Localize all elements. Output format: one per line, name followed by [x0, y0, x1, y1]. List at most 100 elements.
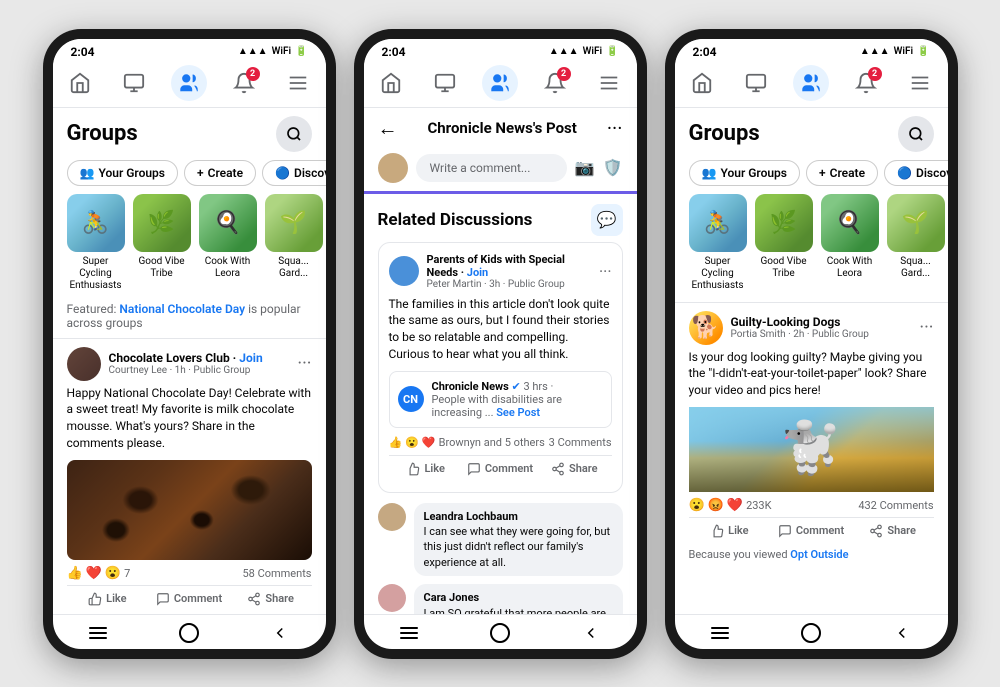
nav-notifications[interactable]: 2: [226, 65, 262, 101]
wifi-icon-right: WiFi: [894, 46, 913, 57]
back-button-mid[interactable]: ←: [378, 116, 398, 141]
guilty-post-avatar: [689, 311, 723, 345]
nav-groups-right[interactable]: [793, 65, 829, 101]
share-btn-mid[interactable]: Share: [537, 458, 611, 480]
related-header: Related Discussions 💬: [364, 194, 637, 242]
comment-bubble-1: Leandra Lochbaum I can see what they wer…: [414, 503, 623, 577]
post-page-header: ← Chronicle News's Post ···: [364, 108, 637, 145]
back-chevron[interactable]: [271, 624, 289, 642]
post-more-left[interactable]: ···: [297, 353, 311, 374]
share-btn-left[interactable]: Share: [230, 588, 312, 610]
create-icon-right: +: [819, 166, 826, 180]
group-photo-garden-right: [887, 194, 945, 252]
group-item-vibe-right[interactable]: Good Vibe Tribe: [755, 194, 813, 292]
pill-create-left[interactable]: + Create: [184, 160, 256, 186]
gesture-lines-right: [711, 627, 729, 639]
group-item-cook-left[interactable]: Cook With Leora: [199, 194, 257, 292]
comment-bubble-2: Cara Jones I am SO grateful that more pe…: [414, 584, 623, 613]
nav-groups-active[interactable]: [171, 65, 207, 101]
post-text-left: Happy National Chocolate Day! Celebrate …: [67, 385, 312, 452]
share-btn-right[interactable]: Share: [852, 520, 934, 542]
reaction-emoji-1: 👍: [389, 436, 403, 449]
join-link[interactable]: Join: [239, 351, 262, 365]
comment-author-2: Cara Jones: [424, 590, 613, 605]
nav-menu-right[interactable]: [902, 65, 938, 101]
home-button-circle-right[interactable]: [801, 623, 821, 643]
like-btn-mid[interactable]: Like: [389, 458, 463, 480]
group-photo-cycling-left: [67, 194, 125, 252]
pill-your-groups-right[interactable]: 👥 Your Groups: [689, 160, 800, 186]
guilty-reaction-1: 😮: [689, 498, 705, 513]
group-item-vibe-left[interactable]: Good Vibe Tribe: [133, 194, 191, 292]
comment-text-1: I can see what they were going for, but …: [424, 524, 613, 570]
home-button-circle-mid[interactable]: [490, 623, 510, 643]
comment-btn-mid[interactable]: Comment: [463, 458, 537, 480]
search-button-left[interactable]: [276, 116, 312, 152]
discussion-card: Parents of Kids with Special Needs · Joi…: [378, 242, 623, 493]
back-chevron-right[interactable]: [893, 624, 911, 642]
nav-news[interactable]: [116, 65, 152, 101]
wifi-icon-mid: WiFi: [583, 46, 602, 57]
status-icons-right: ▲▲▲ WiFi 🔋: [860, 46, 930, 57]
nav-home-right[interactable]: [684, 65, 720, 101]
guilty-post-more[interactable]: ···: [919, 317, 933, 338]
back-chevron-mid[interactable]: [582, 624, 600, 642]
notif-badge-right: 2: [868, 67, 882, 81]
featured-link[interactable]: National Chocolate Day: [119, 302, 245, 316]
see-post-link[interactable]: See Post: [496, 406, 540, 419]
opt-outside-link[interactable]: Opt Outside: [790, 548, 848, 561]
pill-discover-right[interactable]: 🔵 Discover: [884, 160, 947, 186]
nav-notif-right[interactable]: 2: [848, 65, 884, 101]
disc-text: The families in this article don't look …: [389, 296, 612, 363]
post-more-mid[interactable]: ···: [607, 116, 623, 140]
status-icons-left: ▲▲▲ WiFi 🔋: [238, 46, 308, 57]
home-button-circle[interactable]: [179, 623, 199, 643]
comment-input-field-top[interactable]: Write a comment...: [416, 154, 567, 182]
comment-input-bar-top: Write a comment... 📷 🛡️: [364, 145, 637, 194]
nav-menu[interactable]: [280, 65, 316, 101]
camera-icon-top[interactable]: 📷: [575, 158, 595, 177]
nav-bar-mid: 2: [364, 61, 637, 108]
comment-btn-right[interactable]: Comment: [770, 520, 852, 542]
nav-home-mid[interactable]: [373, 65, 409, 101]
disc-meta: Parents of Kids with Special Needs · Joi…: [419, 253, 599, 290]
guilty-dogs-post-card: Guilty-Looking Dogs Portia Smith · 2h · …: [675, 302, 948, 567]
group-item-garden-right[interactable]: Squa... Gard...: [887, 194, 945, 292]
comment-icons-top: 📷 🛡️: [575, 158, 623, 177]
group-item-garden-left[interactable]: Squa... Gard...: [265, 194, 323, 292]
related-title: Related Discussions: [378, 210, 533, 230]
comment-btn-left[interactable]: Comment: [148, 588, 230, 610]
phone-right: 2:04 ▲▲▲ WiFi 🔋 2: [665, 29, 958, 659]
time-left: 2:04: [71, 45, 95, 59]
group-item-cycling-left[interactable]: Super Cycling Enthusiasts: [67, 194, 125, 292]
post-page-title: Chronicle News's Post: [427, 119, 576, 137]
like-btn-right[interactable]: Like: [689, 520, 771, 542]
pill-create-right[interactable]: + Create: [806, 160, 878, 186]
nav-notif-mid[interactable]: 2: [537, 65, 573, 101]
guilty-author-time: Portia Smith · 2h · Public Group: [731, 329, 920, 340]
disc-more[interactable]: ···: [599, 262, 612, 281]
reaction-emoji-3: ❤️: [422, 436, 436, 449]
guilty-reactions-left: 😮 😡 ❤️ 233K: [689, 498, 772, 513]
like-btn-left[interactable]: Like: [67, 588, 149, 610]
reaction-emoji-2: 😮: [405, 436, 419, 449]
battery-icon: 🔋: [295, 46, 307, 57]
commenter-avatar-top: [378, 153, 408, 183]
page-title-left: Groups: [67, 121, 138, 146]
pill-discover-left[interactable]: 🔵 Discover: [262, 160, 325, 186]
pill-your-groups-left[interactable]: 👥 Your Groups: [67, 160, 178, 186]
guilty-group-name: Guilty-Looking Dogs: [731, 315, 920, 329]
search-button-right[interactable]: [898, 116, 934, 152]
nav-groups-mid[interactable]: [482, 65, 518, 101]
group-item-cook-right[interactable]: Cook With Leora: [821, 194, 879, 292]
nav-bar-right: 2: [675, 61, 948, 108]
battery-icon-right: 🔋: [917, 46, 929, 57]
nav-news-right[interactable]: [738, 65, 774, 101]
disc-join-link[interactable]: Join: [467, 266, 488, 279]
group-item-cycling-right[interactable]: Super Cycling Enthusiasts: [689, 194, 747, 292]
shield-icon-top[interactable]: 🛡️: [603, 158, 623, 177]
nav-news-mid[interactable]: [427, 65, 463, 101]
nav-menu-mid[interactable]: [591, 65, 627, 101]
nav-home[interactable]: [62, 65, 98, 101]
group-photo-vibe-right: [755, 194, 813, 252]
